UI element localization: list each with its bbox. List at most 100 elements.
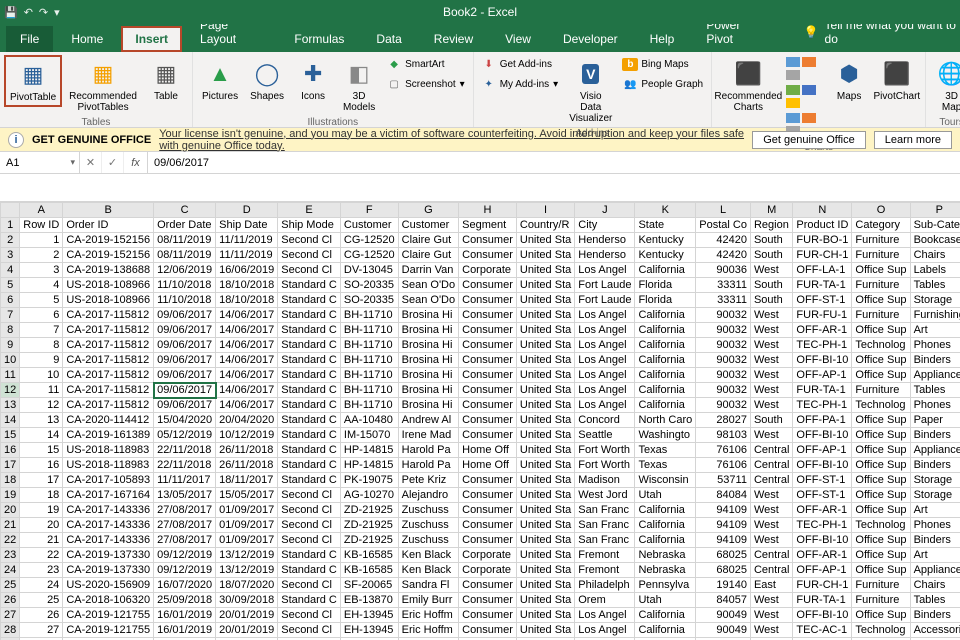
cell[interactable]: OFF-PA-1 [793,413,852,428]
cell[interactable]: CA-2020-114412 [63,413,154,428]
cell[interactable]: Standard C [278,353,341,368]
cell[interactable]: 68025 [696,563,751,578]
cell[interactable]: 15 [20,443,63,458]
cell[interactable]: 11/10/2018 [154,278,216,293]
cell[interactable]: California [635,533,696,548]
cell[interactable]: OFF-BI-10 [793,533,852,548]
cell[interactable]: TEC-PH-1 [793,398,852,413]
cell[interactable]: 16/06/2019 [216,263,278,278]
cell[interactable]: California [635,368,696,383]
cell[interactable]: 84057 [696,593,751,608]
cell[interactable]: OFF-ST-1 [793,488,852,503]
cell[interactable]: United Sta [516,248,574,263]
cell[interactable]: 26/11/2018 [216,458,278,473]
cell[interactable]: 09/06/2017 [154,368,216,383]
cell[interactable]: Accessori [910,623,960,638]
cell[interactable]: West [750,383,792,398]
cell[interactable]: 18/10/2018 [216,293,278,308]
cell[interactable]: Standard C [278,443,341,458]
cell[interactable]: Binders [910,458,960,473]
cell[interactable]: 42420 [696,233,751,248]
cell[interactable]: 94109 [696,518,751,533]
header-cell[interactable]: Ship Date [216,218,278,233]
cell[interactable]: Appliance [910,563,960,578]
cell[interactable]: 09/06/2017 [154,338,216,353]
cell[interactable]: San Franc [575,518,635,533]
cell[interactable]: 68025 [696,548,751,563]
cell[interactable]: Consumer [459,278,517,293]
column-header[interactable]: J [575,203,635,218]
fx-icon[interactable]: fx [124,152,148,173]
cell[interactable]: Consumer [459,608,517,623]
column-header[interactable]: C [154,203,216,218]
tab-home[interactable]: Home [57,26,117,52]
save-icon[interactable]: 💾 [4,6,18,19]
pivot-table-button[interactable]: PivotTable [4,55,62,107]
cell[interactable]: West [750,338,792,353]
cell[interactable]: 90036 [696,263,751,278]
cell[interactable]: OFF-LA-1 [793,263,852,278]
redo-icon[interactable]: ↷ [39,6,48,19]
cell[interactable]: Standard C [278,383,341,398]
cell[interactable]: Philadelph [575,578,635,593]
cell[interactable]: CA-2017-115812 [63,398,154,413]
cell[interactable]: 10 [20,368,63,383]
cell[interactable]: TEC-AC-1 [793,623,852,638]
cell[interactable]: 14/06/2017 [216,353,278,368]
cell[interactable]: United Sta [516,278,574,293]
recommended-pivot-button[interactable]: Recommended PivotTables [64,55,142,116]
bing-maps-button[interactable]: Bing Maps [619,55,707,73]
cell[interactable]: 26/11/2018 [216,443,278,458]
cell[interactable]: 09/06/2017 [154,308,216,323]
cell[interactable]: Corporate [459,548,517,563]
cell[interactable]: West Jord [575,488,635,503]
row-header[interactable]: 7 [1,308,20,323]
cell[interactable]: 27/08/2017 [154,503,216,518]
cell[interactable]: West [750,593,792,608]
row-header[interactable]: 19 [1,488,20,503]
cell[interactable]: Eric Hoffm [398,608,458,623]
column-header[interactable]: E [278,203,341,218]
row-header[interactable]: 8 [1,323,20,338]
cell[interactable]: CA-2017-143336 [63,533,154,548]
cell[interactable]: West [750,263,792,278]
cell[interactable]: Art [910,503,960,518]
cell[interactable]: 90032 [696,308,751,323]
cell[interactable]: FUR-BO-1 [793,233,852,248]
cell[interactable]: California [635,503,696,518]
column-header[interactable]: K [635,203,696,218]
get-genuine-button[interactable]: Get genuine Office [752,131,866,149]
cell[interactable]: Consumer [459,593,517,608]
cell[interactable]: North Caro [635,413,696,428]
cell[interactable]: US-2018-108966 [63,278,154,293]
cell[interactable]: South [750,233,792,248]
cell[interactable]: 27 [20,623,63,638]
cell[interactable]: CA-2017-115812 [63,353,154,368]
cell[interactable]: 01/09/2017 [216,503,278,518]
cell[interactable]: Second Cl [278,233,341,248]
cell[interactable]: Los Angel [575,338,635,353]
qat-more-icon[interactable]: ▾ [54,6,60,19]
header-cell[interactable]: Row ID [20,218,63,233]
cell[interactable]: Brosina Hi [398,353,458,368]
column-header[interactable]: I [516,203,574,218]
cell[interactable]: Second Cl [278,248,341,263]
cell[interactable]: Orem [575,593,635,608]
cell[interactable]: Second Cl [278,263,341,278]
cell[interactable]: Paper [910,413,960,428]
cell[interactable]: CA-2017-115812 [63,308,154,323]
cell[interactable]: South [750,278,792,293]
cell[interactable]: 15/04/2020 [154,413,216,428]
table-button[interactable]: Table [144,55,188,105]
cell[interactable]: 76106 [696,458,751,473]
cell[interactable]: Binders [910,533,960,548]
cell[interactable]: ZD-21925 [340,518,398,533]
header-cell[interactable]: Ship Mode [278,218,341,233]
row-header[interactable]: 2 [1,233,20,248]
cell[interactable]: Consumer [459,248,517,263]
cell[interactable]: 09/06/2017 [154,383,216,398]
cell[interactable]: Claire Gut [398,248,458,263]
cell[interactable]: Los Angel [575,398,635,413]
cell[interactable]: AA-10480 [340,413,398,428]
cell[interactable]: 84084 [696,488,751,503]
